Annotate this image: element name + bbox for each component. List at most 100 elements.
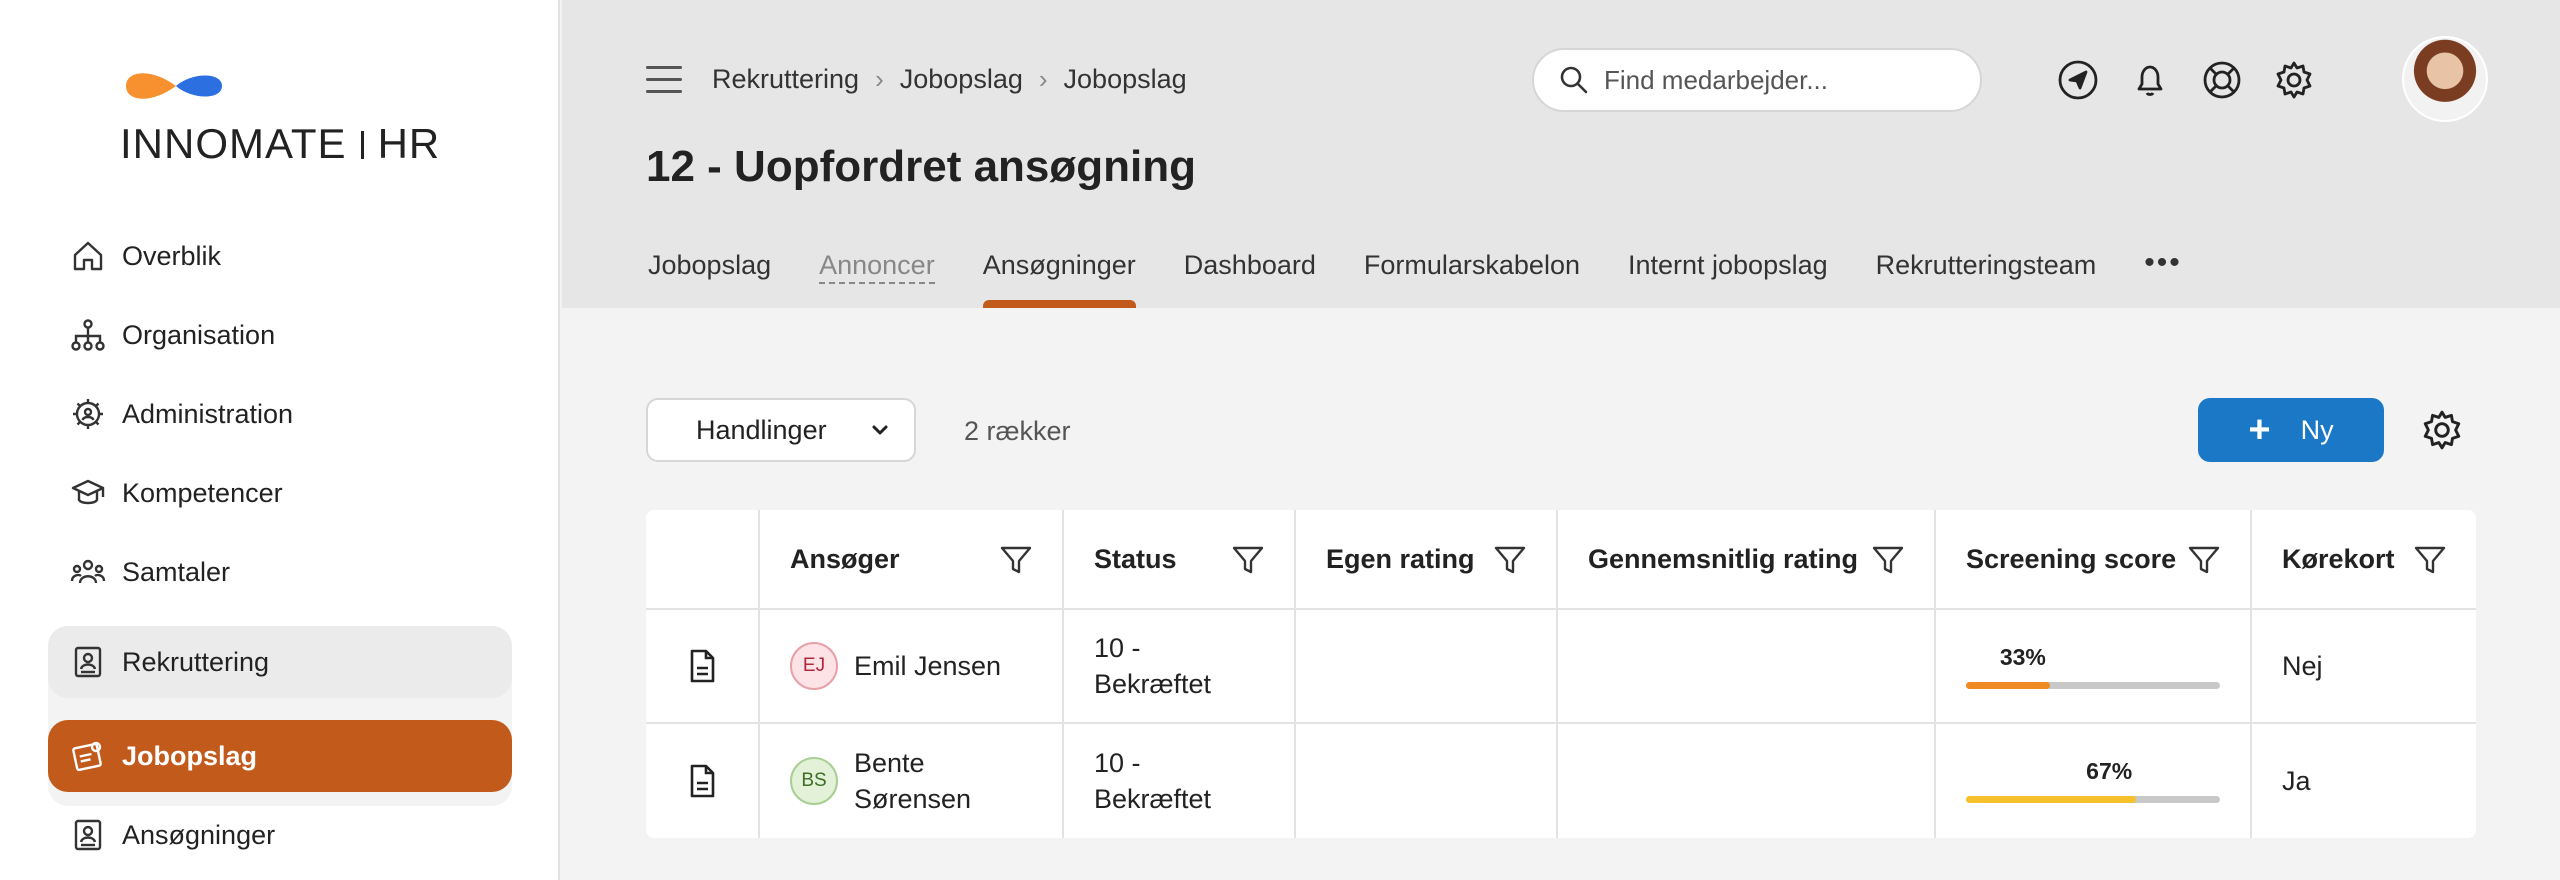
sidebar-item-overblik[interactable]: Overblik — [48, 220, 512, 292]
header: Rekruttering › Jobopslag › Jobopslag 12 … — [562, 0, 2560, 308]
sidebar-item-label: Overblik — [122, 240, 222, 271]
column-header-label: Egen rating — [1326, 543, 1475, 574]
breadcrumb-item[interactable]: Rekruttering — [712, 64, 859, 95]
filter-icon[interactable] — [1230, 542, 1266, 578]
logo[interactable]: INNOMATE HR — [120, 60, 450, 170]
document-icon[interactable] — [683, 762, 721, 800]
document-icon[interactable] — [683, 647, 721, 685]
home-icon — [68, 236, 108, 276]
actions-dropdown[interactable]: Handlinger — [646, 398, 916, 462]
table-header-row: Ansøger Status Egen rating Gennemsnitlig… — [646, 510, 2476, 610]
more-tabs-icon[interactable]: ••• — [2144, 246, 2182, 304]
sidebar-item-kompetencer[interactable]: Kompetencer — [48, 457, 512, 529]
column-header-label: Ansøger — [790, 543, 900, 574]
people-icon — [68, 552, 108, 592]
sidebar-item-organisation[interactable]: Organisation — [48, 299, 512, 371]
plus-icon: + — [2248, 409, 2271, 451]
actions-label: Handlinger — [696, 414, 827, 445]
breadcrumb: Rekruttering › Jobopslag › Jobopslag — [712, 64, 1187, 95]
status-cell: 10 - Bekræftet — [1064, 724, 1296, 838]
bell-icon[interactable] — [2126, 56, 2174, 104]
sidebar-item-jobopslag[interactable]: Jobopslag — [48, 720, 512, 792]
tab-label: Internt jobopslag — [1627, 250, 1828, 280]
status-text: 10 - Bekræftet — [1094, 748, 1212, 814]
applicant-name: Emil Jensen — [854, 650, 1002, 681]
table-row[interactable]: EJ Emil Jensen 10 - Bekræftet 33% Nej — [646, 610, 2476, 724]
column-header-label: Kørekort — [2282, 543, 2395, 574]
page-title: 12 - Uopfordret ansøgning — [646, 142, 1196, 191]
chevron-right-icon: › — [1038, 64, 1048, 94]
status-text: 10 - Bekræftet — [1094, 633, 1212, 699]
applicant-cell[interactable]: EJ Emil Jensen — [760, 610, 1064, 722]
job-post-icon — [68, 736, 108, 776]
sidebar-item-label: Samtaler — [122, 556, 231, 587]
tab-ansoegninger[interactable]: Ansøgninger — [982, 250, 1136, 308]
column-header-status[interactable]: Status — [1064, 510, 1296, 608]
badge-icon — [68, 815, 108, 855]
screening-score-label: 67% — [2086, 758, 2133, 784]
filter-icon[interactable] — [2186, 542, 2222, 578]
help-lifebuoy-icon[interactable] — [2198, 56, 2246, 104]
applicant-initials-badge: EJ — [790, 642, 838, 690]
logo-wordmark: INNOMATE HR — [120, 120, 440, 168]
tab-jobopslag[interactable]: Jobopslag — [648, 250, 771, 308]
breadcrumb-item[interactable]: Jobopslag — [900, 64, 1023, 95]
tab-label: Jobopslag — [648, 250, 772, 280]
column-header-screening-score[interactable]: Screening score — [1936, 510, 2252, 608]
table-header-icon-col — [646, 510, 760, 608]
navigate-icon[interactable] — [2054, 56, 2102, 104]
column-header-koerekort[interactable]: Kørekort — [2252, 510, 2476, 608]
org-chart-icon — [68, 315, 108, 355]
avatar[interactable] — [2402, 36, 2488, 122]
screening-score-bar: 33% — [1966, 644, 2220, 692]
screening-score-bar: 67% — [1966, 758, 2220, 806]
filter-icon[interactable] — [1870, 542, 1906, 578]
column-header-label: Status — [1094, 543, 1177, 574]
filter-icon[interactable] — [2412, 542, 2448, 578]
table-row[interactable]: BS Bente Sørensen 10 - Bekræftet 67% Ja — [646, 724, 2476, 838]
column-header-ansoeger[interactable]: Ansøger — [760, 510, 1064, 608]
new-button[interactable]: + Ny — [2198, 398, 2384, 462]
filter-icon[interactable] — [1492, 542, 1528, 578]
logo-mark-icon — [126, 73, 222, 99]
license-cell: Nej — [2282, 650, 2323, 681]
column-header-label: Screening score — [1966, 543, 2177, 574]
logo-part-mate: MATE — [229, 120, 347, 167]
status-cell: 10 - Bekræftet — [1064, 610, 1296, 722]
breadcrumb-item[interactable]: Jobopslag — [1064, 64, 1187, 95]
tab-dashboard[interactable]: Dashboard — [1184, 250, 1316, 308]
sidebar-item-label: Rekruttering — [122, 646, 270, 677]
sidebar-group-rekruttering: Rekruttering Jobopslag Ansøgninger — [48, 626, 512, 851]
menu-icon[interactable] — [646, 66, 682, 94]
sidebar-item-rekruttering[interactable]: Rekruttering — [48, 626, 512, 698]
license-cell: Ja — [2282, 765, 2311, 796]
tab-rekrutteringsteam[interactable]: Rekrutteringsteam — [1876, 250, 2097, 308]
sidebar-item-ansoegninger[interactable]: Ansøgninger — [48, 799, 512, 871]
row-document-cell[interactable] — [646, 724, 760, 838]
table-settings-gear-icon[interactable] — [2420, 408, 2464, 452]
graduation-cap-icon — [68, 473, 108, 513]
badge-icon — [68, 642, 108, 682]
applications-table: Ansøger Status Egen rating Gennemsnitlig… — [646, 510, 2476, 838]
sidebar-nav: Overblik Organisation Administration Kom… — [48, 220, 512, 851]
header-icons — [2054, 56, 2342, 104]
tab-annoncer[interactable]: Annoncer — [819, 250, 935, 308]
sidebar-item-administration[interactable]: Administration — [48, 378, 512, 450]
column-header-gennemsnitlig-rating[interactable]: Gennemsnitlig rating — [1558, 510, 1936, 608]
own-rating-cell — [1296, 724, 1558, 838]
applicant-name: Bente Sørensen — [854, 748, 972, 814]
tab-internt-jobopslag[interactable]: Internt jobopslag — [1628, 250, 1828, 308]
search-input[interactable] — [1604, 64, 1964, 96]
filter-icon[interactable] — [998, 542, 1034, 578]
row-document-cell[interactable] — [646, 610, 760, 722]
tab-label: Dashboard — [1183, 250, 1316, 280]
applicant-initials-badge: BS — [790, 757, 838, 805]
gear-icon[interactable] — [2270, 56, 2318, 104]
column-header-egen-rating[interactable]: Egen rating — [1296, 510, 1558, 608]
applicant-cell[interactable]: BS Bente Sørensen — [760, 724, 1064, 838]
screening-score-label: 33% — [1999, 644, 2046, 670]
search-icon — [1560, 66, 1588, 94]
tab-formularskabelon[interactable]: Formularskabelon — [1364, 250, 1580, 308]
sidebar-item-samtaler[interactable]: Samtaler — [48, 536, 512, 608]
search-box[interactable] — [1532, 48, 1982, 112]
